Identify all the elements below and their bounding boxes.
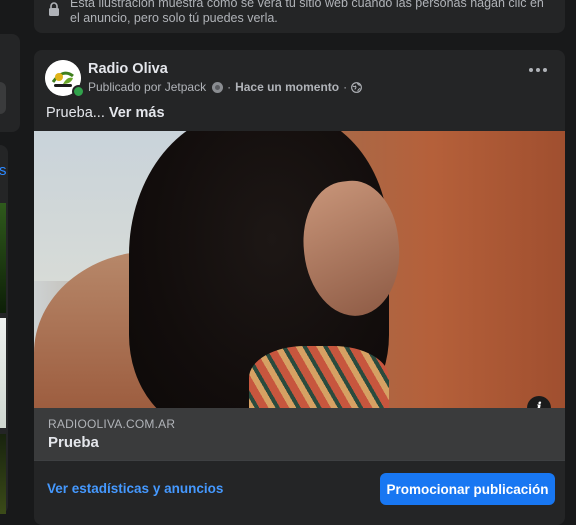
- post-timestamp[interactable]: Hace un momento: [235, 80, 339, 94]
- info-icon[interactable]: [212, 81, 224, 93]
- left-thumbnail[interactable]: [0, 434, 6, 514]
- post-card: Radio Oliva Publicado por Jetpack · Hace…: [34, 50, 565, 525]
- lock-icon: [49, 2, 59, 16]
- link-domain: RADIOOLIVA.COM.AR: [48, 417, 176, 431]
- globe-icon[interactable]: [351, 81, 363, 93]
- link-title: Prueba: [48, 434, 99, 451]
- promote-post-button[interactable]: Promocionar publicación: [380, 473, 555, 505]
- see-more-link[interactable]: Ver más: [109, 105, 165, 121]
- left-sidebar-control[interactable]: [0, 82, 6, 114]
- meta-separator: ·: [227, 80, 232, 94]
- post-actions-bar: Ver estadísticas y anuncios Promocionar …: [34, 460, 565, 525]
- view-insights-link[interactable]: Ver estadísticas y anuncios: [47, 481, 223, 496]
- page-name[interactable]: Radio Oliva: [88, 61, 168, 77]
- post-text: Prueba... Ver más: [46, 105, 165, 121]
- post-meta: Publicado por Jetpack · Hace un momento …: [88, 80, 363, 94]
- post-link-image[interactable]: [34, 131, 565, 408]
- link-preview[interactable]: RADIOOLIVA.COM.AR Prueba: [34, 408, 565, 460]
- published-by-text: Publicado por Jetpack: [88, 80, 207, 94]
- left-thumbnail[interactable]: [0, 318, 6, 428]
- preview-notice-text: Esta ilustración muestra cómo se verá tu…: [70, 0, 544, 25]
- image-poncho: [249, 346, 389, 408]
- left-thumbnail[interactable]: [0, 203, 6, 313]
- left-sidebar-link-fragment[interactable]: s: [0, 162, 7, 179]
- post-text-content: Prueba...: [46, 105, 105, 121]
- online-status-dot: [72, 85, 85, 98]
- more-options-icon[interactable]: [529, 66, 547, 74]
- meta-separator: ·: [343, 80, 348, 94]
